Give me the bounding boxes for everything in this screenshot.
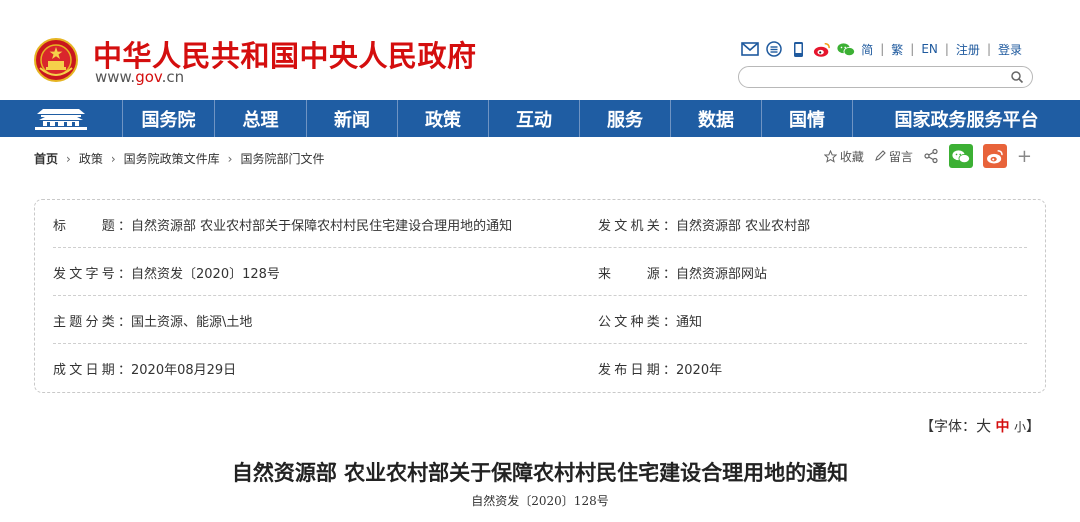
comment-button[interactable]: 留言	[874, 148, 913, 165]
mail-icon[interactable]	[741, 40, 759, 58]
written-date-value: 2020年08月29日	[131, 362, 237, 378]
favorite-button[interactable]: 收藏	[823, 148, 864, 165]
tiananmen-icon	[35, 108, 87, 130]
nav-item-interaction[interactable]: 互动	[489, 100, 580, 137]
doc-number-value: 自然资发〔2020〕128号	[131, 266, 280, 282]
lang-simplified-link[interactable]: 简	[861, 41, 873, 58]
doc-type-value: 通知	[676, 314, 703, 330]
weibo-icon[interactable]	[813, 40, 831, 58]
info-cell: 发文机关： 自然资源部 农业农村部	[598, 200, 810, 248]
issuing-authority-label: 发文机关：	[598, 218, 676, 234]
font-size-small[interactable]: 小	[1014, 420, 1026, 434]
mobile-icon[interactable]	[789, 40, 807, 58]
wechat-icon[interactable]	[837, 40, 856, 58]
issuing-authority-value: 自然资源部 农业农村部	[676, 218, 811, 234]
domain-suffix: .cn	[161, 68, 185, 86]
wechat-icon	[952, 149, 970, 163]
info-cell: 成文日期： 2020年08月29日	[53, 344, 236, 392]
login-link[interactable]: 登录	[998, 41, 1022, 58]
comment-label: 留言	[888, 149, 913, 164]
info-cell: 标 题： 自然资源部 农业农村部关于保障农村村民住宅建设合理用地的通知	[53, 200, 512, 248]
topic-label: 主题分类：	[53, 314, 131, 330]
font-size-switcher: 【字体：大 中 小】	[920, 415, 1040, 436]
weibo-icon	[986, 149, 1003, 164]
chevron-right-icon: ›	[110, 151, 116, 166]
nav-item-premier[interactable]: 总理	[215, 100, 307, 137]
domain-highlight: gov	[135, 68, 162, 86]
lang-traditional-link[interactable]: 繁	[891, 41, 903, 58]
breadcrumb-policy-library[interactable]: 国务院政策文件库	[124, 150, 220, 167]
title-value: 自然资源部 农业农村部关于保障农村村民住宅建设合理用地的通知	[131, 218, 513, 234]
separator: |	[910, 42, 915, 56]
favorite-label: 收藏	[839, 149, 864, 164]
separator: |	[944, 42, 949, 56]
menu-icon[interactable]	[765, 40, 783, 58]
info-row: 成文日期： 2020年08月29日 发布日期： 2020年	[53, 344, 1027, 392]
register-link[interactable]: 注册	[956, 41, 980, 58]
nav-item-gov-service-platform[interactable]: 国家政务服务平台	[853, 100, 1080, 137]
nav-item-policy[interactable]: 政策	[398, 100, 489, 137]
info-cell: 发文字号： 自然资发〔2020〕128号	[53, 248, 280, 296]
top-links: 简 | 繁 | EN | 注册 | 登录	[741, 40, 1022, 58]
font-size-suffix: 】	[1026, 419, 1040, 435]
page-tools: 收藏 留言 +	[823, 144, 1032, 168]
search-input[interactable]	[749, 68, 999, 88]
breadcrumb-department-docs[interactable]: 国务院部门文件	[240, 150, 324, 167]
nav-home[interactable]	[0, 100, 123, 137]
doc-number-label: 发文字号：	[53, 266, 131, 282]
star-icon	[823, 149, 837, 163]
info-row: 标 题： 自然资源部 农业农村部关于保障农村村民住宅建设合理用地的通知 发文机关：…	[53, 200, 1027, 248]
share-weibo-button[interactable]	[982, 144, 1007, 168]
info-row: 发文字号： 自然资发〔2020〕128号 来 源： 自然资源部网站	[53, 248, 1027, 296]
topic-value: 国土资源、能源\土地	[131, 314, 253, 330]
title-label: 标 题：	[53, 218, 131, 234]
info-cell: 主题分类： 国土资源、能源\土地	[53, 296, 252, 344]
main-nav: 国务院 总理 新闻 政策 互动 服务 数据 国情 国家政务服务平台	[0, 100, 1080, 137]
chevron-right-icon: ›	[227, 151, 233, 166]
source-value: 自然资源部网站	[676, 266, 768, 282]
font-size-prefix: 【字体：	[920, 419, 977, 435]
article-doc-number: 自然资发〔2020〕128号	[471, 494, 609, 508]
search-icon[interactable]	[1010, 70, 1024, 84]
search-box	[738, 66, 1033, 88]
national-emblem-icon[interactable]	[34, 38, 78, 82]
site-domain: www.gov.cn	[95, 68, 184, 86]
nav-item-data[interactable]: 数据	[671, 100, 762, 137]
more-share-icon[interactable]: +	[1017, 146, 1032, 167]
info-cell: 公文种类： 通知	[598, 296, 702, 344]
pencil-icon	[875, 150, 886, 161]
nav-item-state-council[interactable]: 国务院	[123, 100, 215, 137]
nav-item-news[interactable]: 新闻	[307, 100, 398, 137]
chevron-right-icon: ›	[66, 151, 71, 166]
font-size-large[interactable]: 大	[976, 417, 991, 435]
separator: |	[986, 42, 991, 56]
font-size-medium[interactable]: 中	[996, 419, 1010, 435]
breadcrumb-policy[interactable]: 政策	[79, 150, 103, 167]
site-header: 中华人民共和国中央人民政府 www.gov.cn 简 | 繁 | EN | 注册…	[0, 0, 1080, 100]
written-date-label: 成文日期：	[53, 362, 131, 378]
share-wechat-button[interactable]	[948, 144, 973, 168]
share-icon[interactable]	[923, 148, 939, 164]
nav-item-services[interactable]: 服务	[580, 100, 671, 137]
nav-item-national-info[interactable]: 国情	[762, 100, 853, 137]
breadcrumb: 首页 › 政策 › 国务院政策文件库 › 国务院部门文件	[34, 150, 325, 167]
info-cell: 发布日期： 2020年	[598, 344, 722, 392]
lang-english-link[interactable]: EN	[921, 42, 938, 56]
publish-date-value: 2020年	[676, 362, 723, 378]
doc-type-label: 公文种类：	[598, 314, 676, 330]
info-cell: 来 源： 自然资源部网站	[598, 248, 767, 296]
document-info-table: 标 题： 自然资源部 农业农村部关于保障农村村民住宅建设合理用地的通知 发文机关：…	[34, 199, 1046, 393]
article-title: 自然资源部 农业农村部关于保障农村村民住宅建设合理用地的通知	[231, 460, 849, 485]
info-row: 主题分类： 国土资源、能源\土地 公文种类： 通知	[53, 296, 1027, 344]
publish-date-label: 发布日期：	[598, 362, 676, 378]
separator: |	[880, 42, 885, 56]
source-label: 来 源：	[598, 266, 676, 282]
domain-prefix: www.	[95, 68, 136, 86]
breadcrumb-home[interactable]: 首页	[34, 150, 58, 167]
